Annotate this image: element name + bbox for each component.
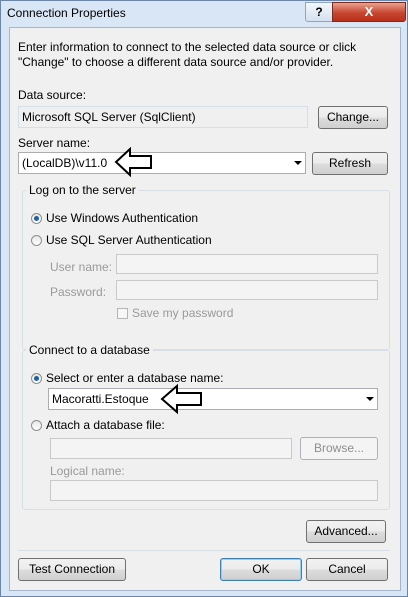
select-database-radio[interactable] [31, 373, 42, 384]
left-arrow-icon [114, 146, 152, 178]
data-source-label: Data source: [18, 88, 87, 102]
sql-auth-radio[interactable] [31, 235, 42, 246]
database-dropdown-icon[interactable] [366, 397, 374, 401]
password-input[interactable] [116, 280, 378, 300]
data-source-field: Microsoft SQL Server (SqlClient) [18, 106, 308, 128]
server-name-value: (LocalDB)\v11.0 [22, 156, 108, 170]
left-arrow-icon [160, 383, 202, 415]
server-name-combobox[interactable]: (LocalDB)\v11.0 [18, 152, 306, 174]
logical-name-input[interactable] [50, 480, 378, 501]
change-button[interactable]: Change... [318, 106, 388, 129]
user-name-input[interactable] [116, 254, 378, 274]
database-name-combobox[interactable]: Macoratti.Estoque [48, 388, 378, 410]
save-password-label[interactable]: Save my password [132, 306, 233, 320]
logon-group-title: Log on to the server [26, 183, 139, 197]
refresh-button[interactable]: Refresh [312, 152, 388, 175]
attach-file-input[interactable] [50, 438, 292, 459]
intro-text: Enter information to connect to the sele… [18, 40, 357, 69]
advanced-button[interactable]: Advanced... [306, 520, 386, 543]
browse-button[interactable]: Browse... [300, 437, 378, 460]
dialog-body: Enter information to connect to the sele… [9, 27, 401, 591]
cancel-button[interactable]: Cancel [306, 558, 388, 581]
database-name-value: Macoratti.Estoque [52, 392, 149, 406]
server-dropdown-icon[interactable] [294, 161, 302, 165]
password-label: Password: [50, 285, 107, 299]
attach-file-label[interactable]: Attach a database file: [46, 418, 165, 432]
attach-file-radio[interactable] [31, 420, 42, 431]
database-group-title: Connect to a database [26, 343, 153, 357]
help-button[interactable]: ? [305, 2, 333, 22]
logical-name-label: Logical name: [50, 464, 125, 478]
server-name-label: Server name: [18, 136, 91, 150]
sql-auth-label[interactable]: Use SQL Server Authentication [46, 233, 212, 247]
save-password-checkbox[interactable] [117, 308, 128, 319]
windows-auth-radio[interactable] [31, 213, 42, 224]
window-title: Connection Properties [7, 6, 126, 20]
connection-properties-window: Connection Properties ? X Enter informat… [0, 0, 408, 597]
divider [18, 550, 390, 551]
test-connection-button[interactable]: Test Connection [18, 558, 126, 581]
title-bar[interactable]: Connection Properties ? X [1, 1, 407, 27]
windows-auth-label[interactable]: Use Windows Authentication [46, 211, 198, 225]
ok-button[interactable]: OK [220, 558, 302, 581]
close-button[interactable]: X [332, 2, 406, 22]
user-name-label: User name: [50, 260, 113, 274]
